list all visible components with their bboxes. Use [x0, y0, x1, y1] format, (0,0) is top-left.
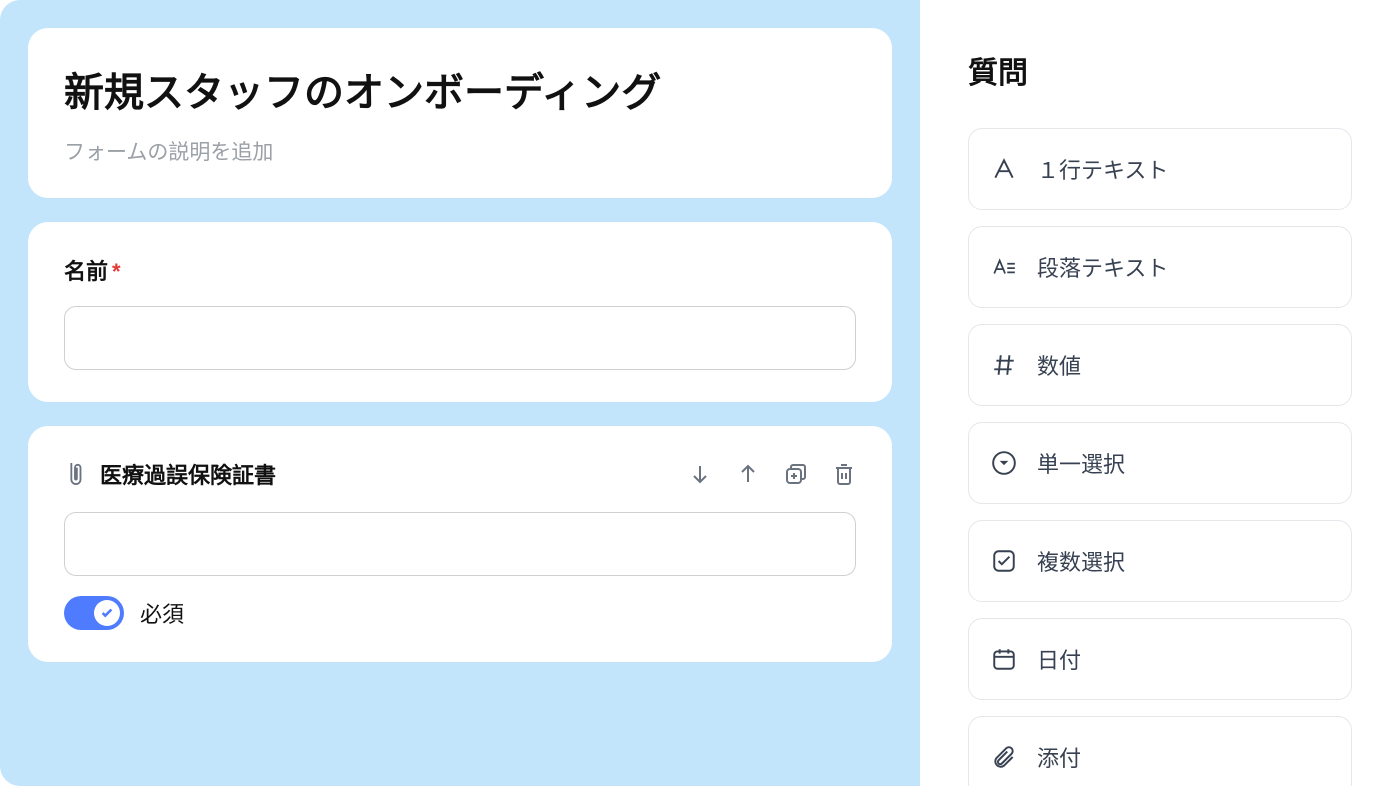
field-label-text: 名前: [64, 259, 108, 284]
question-type-number[interactable]: 数値: [968, 324, 1352, 406]
required-star-icon: *: [112, 259, 121, 284]
text-icon: [991, 156, 1017, 182]
form-field-attachment[interactable]: 医療過誤保険証書: [28, 426, 892, 662]
date-icon: [991, 646, 1017, 672]
question-type-label: 複数選択: [1037, 545, 1125, 577]
delete-icon[interactable]: [832, 462, 856, 486]
question-type-date[interactable]: 日付: [968, 618, 1352, 700]
question-type-label: 日付: [1037, 643, 1081, 675]
form-canvas: 新規スタッフのオンボーディング フォームの説明を追加 名前* 医療過誤保険証書: [0, 0, 920, 786]
arrow-up-icon[interactable]: [736, 462, 760, 486]
question-types-panel: 質問 １行テキスト 段落テキスト 数値 単一選択 複数選択: [920, 0, 1400, 786]
form-description-placeholder[interactable]: フォームの説明を追加: [64, 136, 856, 166]
sidebar-title: 質問: [968, 48, 1352, 92]
field-label: 名前*: [64, 254, 856, 286]
question-type-label: １行テキスト: [1037, 153, 1168, 185]
number-icon: [991, 352, 1017, 378]
required-toggle-row: 必須: [64, 596, 856, 630]
single-select-icon: [991, 450, 1017, 476]
required-toggle[interactable]: [64, 596, 124, 630]
required-toggle-label: 必須: [140, 597, 184, 629]
question-type-label: 段落テキスト: [1037, 251, 1168, 283]
field-label: 医療過誤保険証書: [100, 458, 276, 490]
field-header-left: 医療過誤保険証書: [64, 458, 276, 490]
check-icon: [100, 606, 114, 620]
paragraph-icon: [991, 254, 1017, 280]
form-title[interactable]: 新規スタッフのオンボーディング: [64, 60, 856, 118]
question-type-paragraph-text[interactable]: 段落テキスト: [968, 226, 1352, 308]
field-actions: [688, 462, 856, 486]
question-type-single-select[interactable]: 単一選択: [968, 422, 1352, 504]
question-type-label: 数値: [1037, 349, 1081, 381]
question-type-label: 単一選択: [1037, 447, 1125, 479]
duplicate-icon[interactable]: [784, 462, 808, 486]
name-input[interactable]: [64, 306, 856, 370]
question-type-multi-select[interactable]: 複数選択: [968, 520, 1352, 602]
question-type-single-line-text[interactable]: １行テキスト: [968, 128, 1352, 210]
attachment-icon: [64, 460, 86, 488]
question-type-attachment[interactable]: 添付: [968, 716, 1352, 786]
form-field-name[interactable]: 名前*: [28, 222, 892, 402]
field-header: 医療過誤保険証書: [64, 458, 856, 490]
question-type-label: 添付: [1037, 741, 1081, 773]
arrow-down-icon[interactable]: [688, 462, 712, 486]
multi-select-icon: [991, 548, 1017, 574]
toggle-knob: [94, 600, 120, 626]
form-header-card[interactable]: 新規スタッフのオンボーディング フォームの説明を追加: [28, 28, 892, 198]
attachment-icon: [991, 744, 1017, 770]
attachment-input[interactable]: [64, 512, 856, 576]
